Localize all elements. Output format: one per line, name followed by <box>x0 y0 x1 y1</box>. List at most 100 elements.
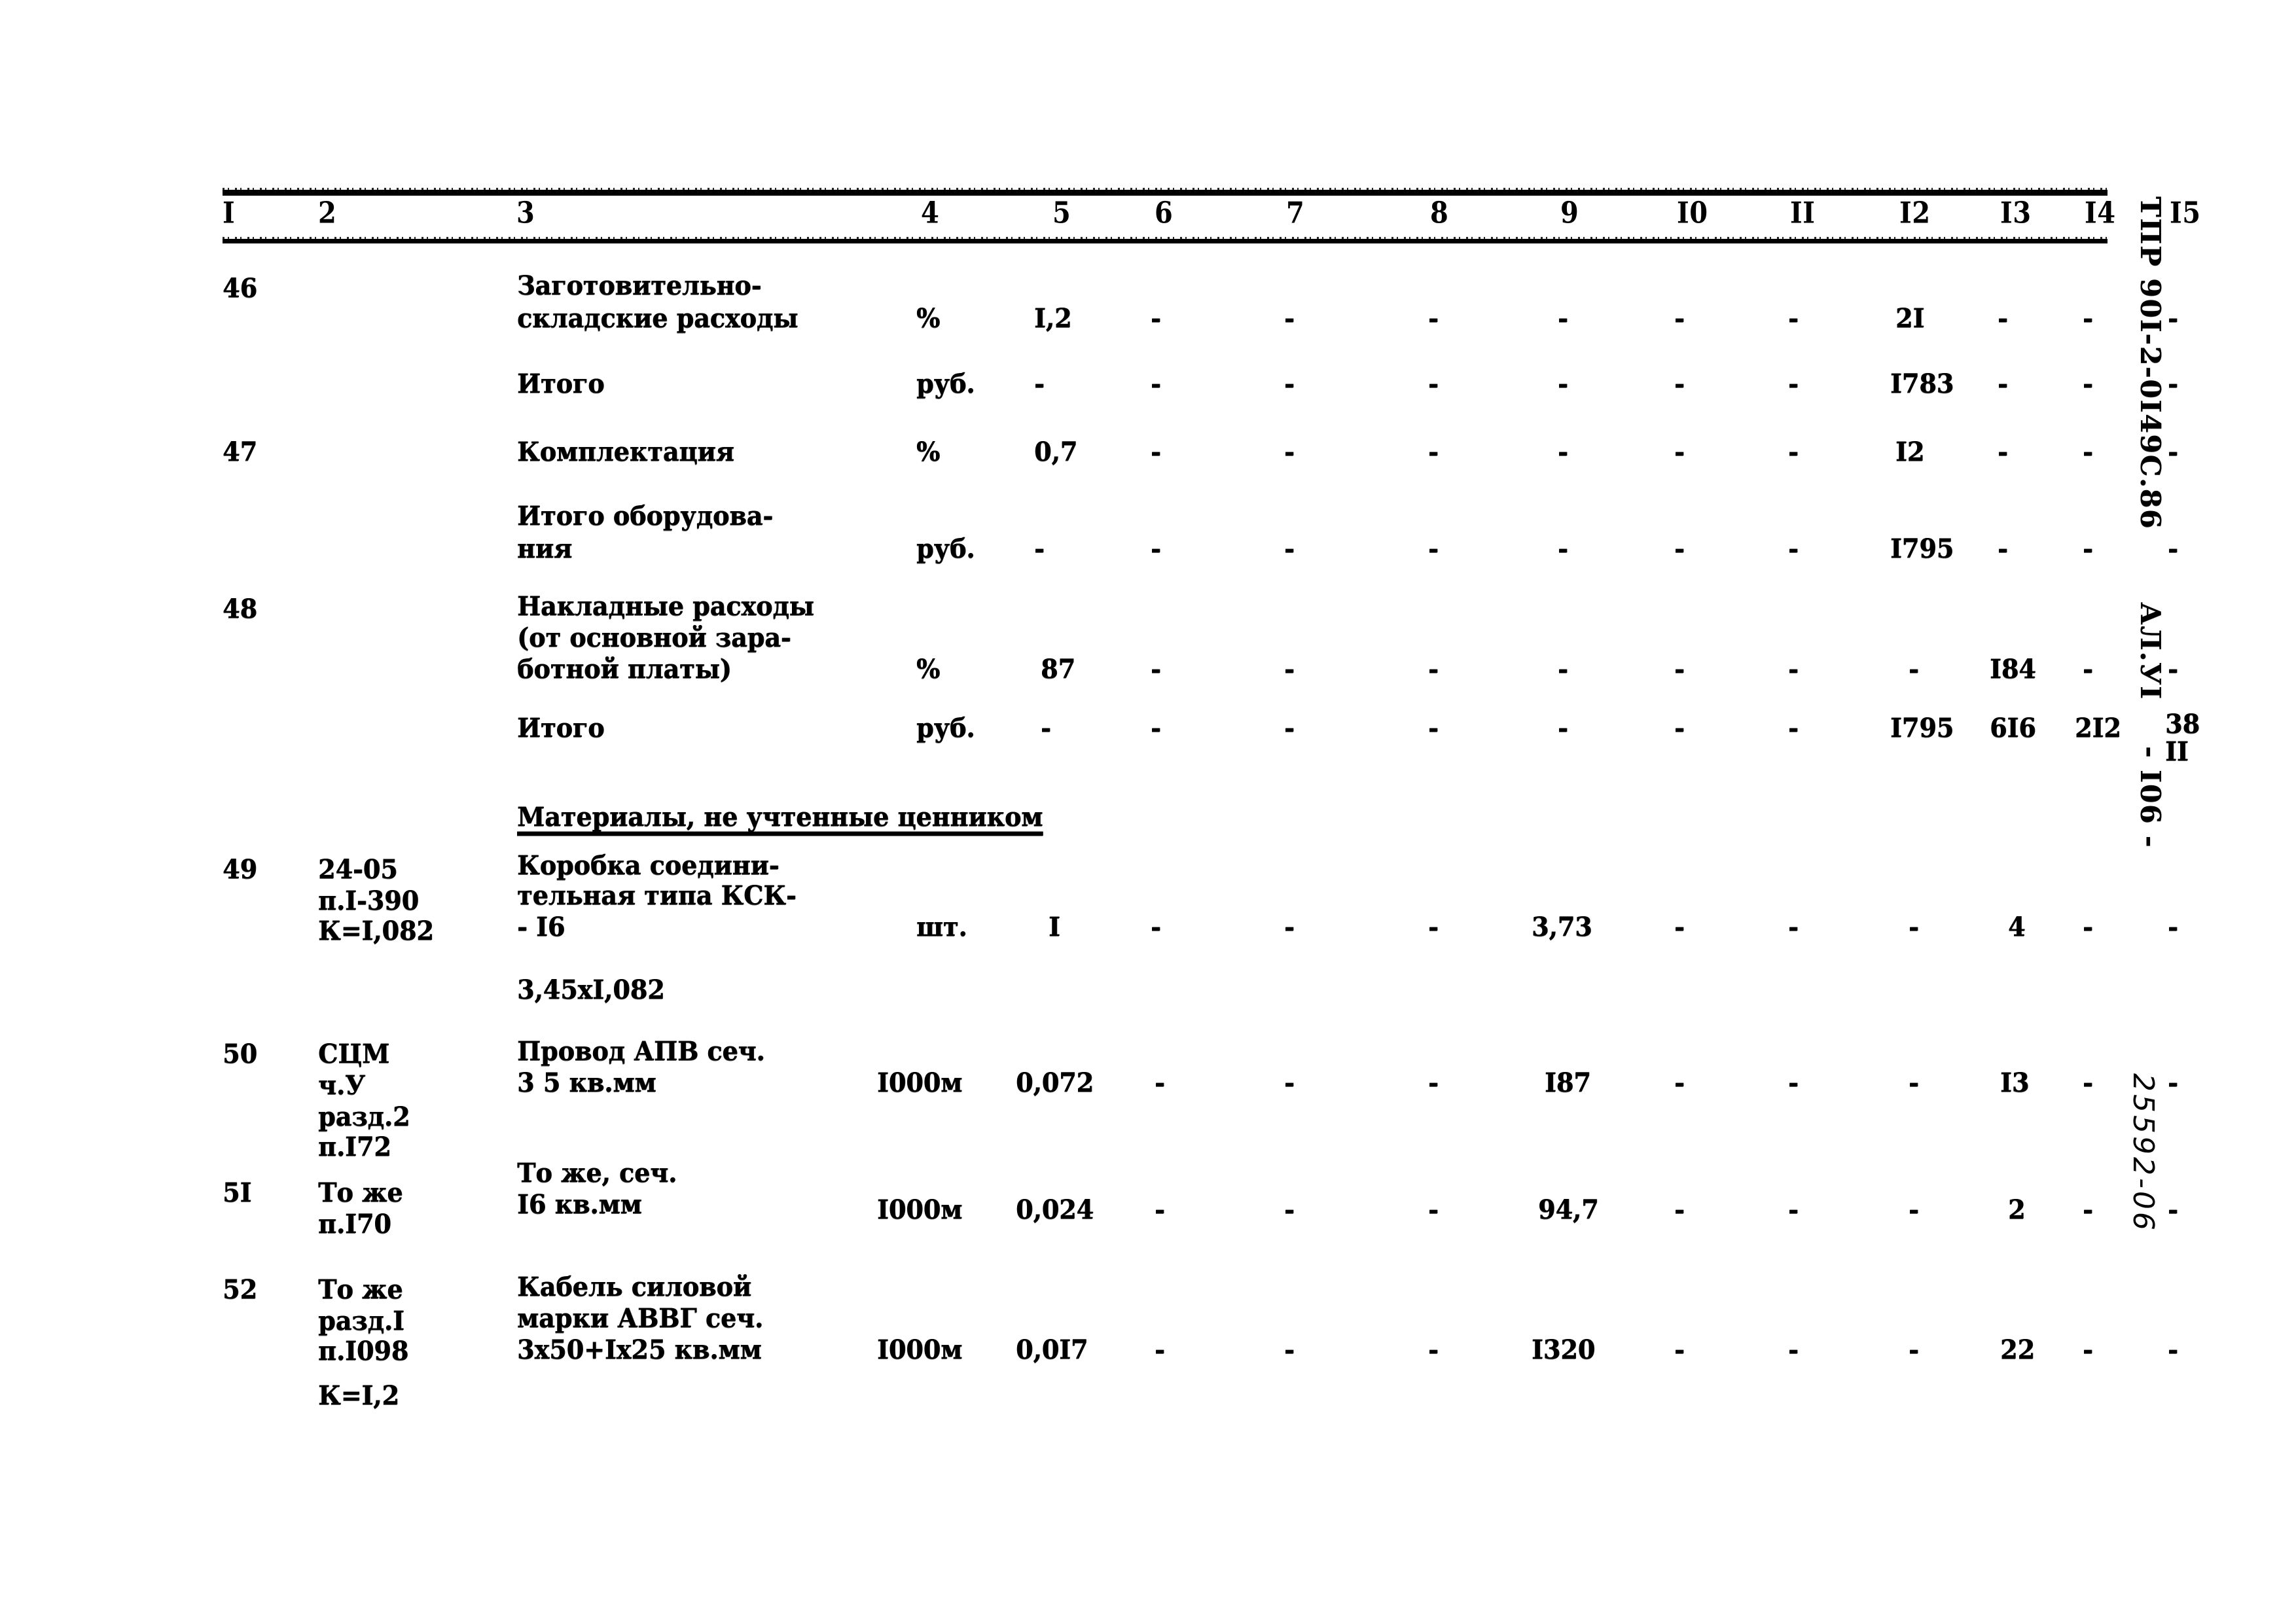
row-c10: - <box>1674 1334 1685 1365</box>
row-c9: I87 <box>1545 1067 1591 1098</box>
row-c11: - <box>1788 1194 1799 1225</box>
row-c9: - <box>1558 302 1568 334</box>
row-c8: - <box>1428 1194 1439 1225</box>
row-c10: - <box>1674 653 1685 685</box>
table-row: 48 <box>223 593 257 624</box>
row-c13: - <box>1998 533 2008 564</box>
row-name-line: Провод АПВ сеч. <box>517 1035 765 1067</box>
row-code-line: п.I72 <box>318 1131 391 1162</box>
row-name-line: То же, сеч. <box>517 1157 677 1188</box>
row-c11: - <box>1788 653 1799 685</box>
row-unit: % <box>916 302 941 334</box>
row-c7: - <box>1284 1194 1295 1225</box>
row-c11: - <box>1788 436 1799 467</box>
row-c13: 22 <box>2000 1334 2035 1365</box>
row-c10: - <box>1674 368 1685 399</box>
row-unit: руб. <box>916 712 975 743</box>
row-code-line: п.I70 <box>318 1208 391 1240</box>
row-c12: - <box>1909 911 1919 942</box>
row-c10: - <box>1674 1194 1685 1225</box>
row-c12: - <box>1909 653 1919 685</box>
row-c12: 2I <box>1895 302 1925 334</box>
row-unit: руб. <box>916 368 975 399</box>
row-name-extra: 3,45xI,082 <box>517 974 665 1005</box>
row-c12: I783 <box>1890 368 1954 399</box>
row-c15: - <box>2168 1194 2178 1225</box>
row-c11: - <box>1788 533 1799 564</box>
row-c6: - <box>1151 712 1161 743</box>
row-name-line: ния <box>517 533 573 564</box>
row-c7: - <box>1284 302 1295 334</box>
row-c6: - <box>1151 368 1161 399</box>
row-name-line: Коробка соедини- <box>517 849 780 881</box>
column-header-15: I5 <box>2170 196 2201 230</box>
row-c7: - <box>1284 368 1295 399</box>
row-c11: - <box>1788 1334 1799 1365</box>
table-header-rule <box>223 237 2108 243</box>
row-c9: 94,7 <box>1538 1194 1599 1225</box>
table-row: 49 <box>223 853 257 885</box>
row-c10: - <box>1674 1067 1685 1098</box>
row-c6: - <box>1155 1334 1165 1365</box>
row-c14: - <box>2083 1334 2093 1365</box>
column-header-13: I3 <box>2000 196 2032 230</box>
column-header-11: II <box>1790 196 1816 230</box>
row-c14: - <box>2083 1194 2093 1225</box>
row-code-line: К=I,082 <box>318 915 434 946</box>
row-unit: I000м <box>877 1334 963 1365</box>
row-name-line: Итого <box>517 368 605 399</box>
row-c15: - <box>2168 1067 2178 1098</box>
row-c9: 3,73 <box>1532 911 1592 942</box>
row-c13: I3 <box>2000 1067 2030 1098</box>
table-row: 50 <box>223 1038 257 1069</box>
row-c5: 87 <box>1041 653 1075 685</box>
row-c13: - <box>1998 368 2008 399</box>
row-c12: I795 <box>1890 533 1954 564</box>
row-c10: - <box>1674 436 1685 467</box>
row-c14: - <box>2083 533 2093 564</box>
row-c6: - <box>1151 533 1161 564</box>
row-c13: 2 <box>2008 1194 2026 1225</box>
row-name-line: 3 5 кв.мм <box>517 1067 656 1098</box>
row-name-line: тельная типа КСК- <box>517 880 797 911</box>
row-c8: - <box>1428 1334 1439 1365</box>
row-c13: - <box>1998 436 2008 467</box>
row-c5: - <box>1034 368 1045 399</box>
row-c14: - <box>2083 302 2093 334</box>
row-c6: - <box>1151 436 1161 467</box>
row-code-line: ч.У <box>318 1069 365 1101</box>
row-c9: - <box>1558 533 1568 564</box>
row-c8: - <box>1428 1067 1439 1098</box>
row-c15: - <box>2168 436 2178 467</box>
row-c5: 0,072 <box>1016 1067 1094 1098</box>
row-name-line: (от основной зара- <box>517 622 791 653</box>
column-header-5: 5 <box>1052 196 1071 230</box>
margin-archive-number: 25592-06 <box>2126 1073 2160 1233</box>
table-top-rule <box>223 188 2108 196</box>
row-name-line: ботной платы) <box>517 653 732 685</box>
column-header-2: 2 <box>318 196 337 230</box>
row-c14: - <box>2083 911 2093 942</box>
margin-document-code: ТПР 90I-2-0I49С.86 <box>2134 196 2166 530</box>
column-header-8: 8 <box>1430 196 1449 230</box>
row-c6: - <box>1151 911 1161 942</box>
row-c5: - <box>1034 533 1045 564</box>
margin-album-label: АЛ.УI <box>2134 602 2166 700</box>
table-body: 46 Заготовительно- складские расходы % I… <box>223 253 2200 1457</box>
row-c5: 0,024 <box>1016 1194 1094 1225</box>
row-c15: - <box>2168 368 2178 399</box>
row-c10: - <box>1674 533 1685 564</box>
row-c9: - <box>1558 653 1568 685</box>
row-unit: шт. <box>916 911 967 942</box>
row-c14: - <box>2083 653 2093 685</box>
row-c9: I320 <box>1532 1334 1596 1365</box>
row-name-line: 3х50+Iх25 кв.мм <box>517 1334 762 1365</box>
row-c13: - <box>1998 302 2008 334</box>
row-c12: I795 <box>1890 712 1954 743</box>
row-code-line: разд.2 <box>318 1101 410 1132</box>
row-code-line: То же <box>318 1177 403 1208</box>
row-c5: 0,0I7 <box>1016 1334 1088 1365</box>
row-code-line: п.I-390 <box>318 885 419 916</box>
row-c7: - <box>1284 436 1295 467</box>
row-c14: - <box>2083 436 2093 467</box>
